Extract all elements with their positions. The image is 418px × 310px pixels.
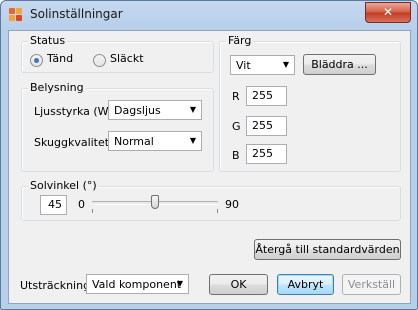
chevron-down-icon: ▼ xyxy=(176,279,183,288)
intensity-value: Dagsljus xyxy=(114,104,161,117)
sun-angle-legend: Solvinkel (°) xyxy=(28,179,99,192)
close-icon: ✕ xyxy=(382,5,394,19)
window-title: Solinställningar xyxy=(30,7,123,21)
dialog-body: Status Tänd Släckt Belysning Ljusstyrka … xyxy=(8,30,411,304)
radio-on[interactable] xyxy=(30,54,43,67)
shadow-quality-label: Skuggkvalitet xyxy=(34,136,110,149)
b-label: B xyxy=(232,149,240,162)
g-input[interactable]: 255 xyxy=(246,116,287,136)
color-legend: Färg xyxy=(226,34,254,47)
status-group: Status Tänd Släckt xyxy=(21,34,214,73)
extent-label: Utsträckning xyxy=(20,279,91,292)
app-logo-icon xyxy=(9,8,23,22)
sun-angle-group: Solvinkel (°) 45 0 90 xyxy=(21,179,401,221)
color-dropdown[interactable]: Vit ▼ xyxy=(230,55,295,75)
cancel-button[interactable]: Avbryt xyxy=(277,274,334,295)
slider-tick xyxy=(217,209,218,213)
chevron-down-icon: ▼ xyxy=(189,105,196,114)
sun-angle-input[interactable]: 45 xyxy=(40,195,67,215)
reset-defaults-button[interactable]: Återgå till standardvärden xyxy=(254,239,401,260)
slider-thumb[interactable] xyxy=(151,195,159,209)
intensity-label: Ljusstyrka (W) xyxy=(34,105,113,118)
lighting-group: Belysning Ljusstyrka (W) Dagsljus ▼ Skug… xyxy=(21,81,214,172)
status-legend: Status xyxy=(28,34,68,47)
chevron-down-icon: ▼ xyxy=(189,136,196,145)
slider-min-label: 0 xyxy=(78,198,85,211)
dialog-window: Solinställningar ✕ Status Tänd Släckt Be… xyxy=(0,0,418,310)
extent-value: Vald komponent xyxy=(92,278,182,291)
title-bar[interactable]: Solinställningar ✕ xyxy=(1,1,417,29)
radio-off[interactable] xyxy=(93,54,106,67)
sun-angle-slider[interactable] xyxy=(92,194,218,214)
slider-tick xyxy=(92,209,93,213)
shadow-quality-value: Normal xyxy=(114,135,154,148)
r-input[interactable]: 255 xyxy=(246,86,287,106)
radio-off-label[interactable]: Släckt xyxy=(110,52,144,65)
apply-button: Verkställ xyxy=(342,274,401,295)
chevron-down-icon: ▼ xyxy=(282,60,289,69)
color-value: Vit xyxy=(236,59,251,72)
lighting-legend: Belysning xyxy=(28,81,86,94)
shadow-quality-dropdown[interactable]: Normal ▼ xyxy=(108,131,202,151)
browse-button[interactable]: Bläddra ... xyxy=(303,54,376,75)
close-button[interactable]: ✕ xyxy=(365,2,411,23)
g-label: G xyxy=(232,120,241,133)
r-label: R xyxy=(232,90,240,103)
radio-on-label[interactable]: Tänd xyxy=(47,52,73,65)
ok-button[interactable]: OK xyxy=(209,274,268,295)
slider-max-label: 90 xyxy=(225,198,239,211)
color-group: Färg Vit ▼ Bläddra ... R 255 G 255 B 255 xyxy=(219,34,401,172)
b-input[interactable]: 255 xyxy=(246,144,287,164)
intensity-dropdown[interactable]: Dagsljus ▼ xyxy=(108,100,202,120)
extent-dropdown[interactable]: Vald komponent ▼ xyxy=(86,274,189,294)
